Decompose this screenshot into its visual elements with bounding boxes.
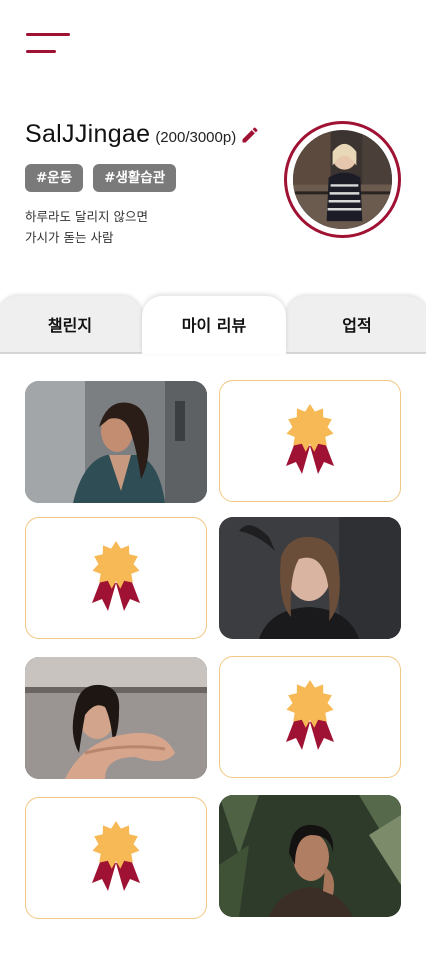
award-ribbon-icon [286,404,334,474]
hashtag-exercise[interactable]: #운동 [25,164,84,192]
menu-line [26,50,56,53]
hashtag-lifestyle[interactable]: #생활습관 [93,164,177,192]
review-photo [219,795,401,917]
points: (200/3000p) [155,129,237,146]
achievement-badge-card[interactable] [219,380,401,502]
award-ribbon-icon [286,680,334,750]
achievement-badge-card[interactable] [219,656,401,778]
menu-line [26,33,70,36]
avatar[interactable] [284,121,401,238]
achievement-badge-card[interactable] [25,797,207,919]
award-ribbon-icon [92,541,140,611]
review-photo [25,657,207,779]
bio-line: 가시가 돋는 사람 [25,230,114,245]
review-photo-card[interactable] [25,381,207,503]
username: SalJJingae [25,120,151,148]
avatar-photo [293,130,392,229]
review-photo-card[interactable] [219,517,401,639]
tab-achievement[interactable]: 업적 [286,296,426,352]
review-photo [219,517,401,639]
profile-header: SalJJingae (200/3000p) [25,120,260,149]
tab-challenge[interactable]: 챌린지 [0,296,142,352]
profile-bio: 하루라도 달리지 않으면 가시가 돋는 사람 [25,206,148,248]
hashtag-list: #운동 #생활습관 [25,164,177,192]
hamburger-menu-icon[interactable] [26,33,70,57]
pencil-edit-icon[interactable] [240,125,260,145]
award-ribbon-icon [92,821,140,891]
bio-line: 하루라도 달리지 않으면 [25,209,148,224]
review-photo-card[interactable] [219,795,401,917]
review-photo-card[interactable] [25,657,207,779]
tab-bar: 챌린지 업적 마이 리뷰 [0,294,426,354]
review-photo [25,381,207,503]
tab-my-review[interactable]: 마이 리뷰 [142,296,286,354]
achievement-badge-card[interactable] [25,517,207,639]
